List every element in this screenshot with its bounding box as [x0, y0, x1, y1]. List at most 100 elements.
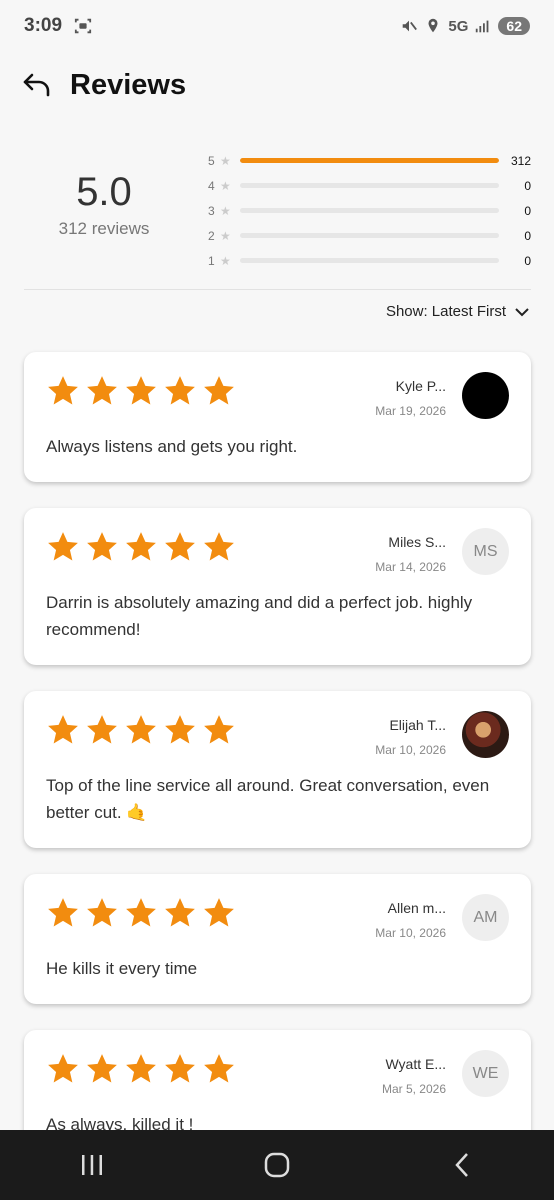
review-text: He kills it every time — [46, 959, 198, 978]
star-rating — [46, 713, 236, 747]
star-rating — [46, 530, 236, 564]
star-icon — [48, 1054, 78, 1083]
header: Reviews — [0, 60, 554, 110]
star-icon — [87, 715, 117, 744]
review-card: Miles S... Mar 14, 2026 MS Darrin is abs… — [24, 508, 531, 665]
back-arrow-icon — [23, 73, 50, 97]
average-rating-block: 5.0 312 reviews — [24, 170, 184, 239]
distribution-count: 312 — [510, 153, 531, 168]
review-text: Top of the line service all around. Grea… — [46, 776, 490, 822]
review-text: Always listens and gets you right. — [46, 437, 298, 456]
star-icon — [126, 376, 156, 405]
distribution-bar — [240, 183, 499, 188]
signal-icon — [476, 20, 489, 33]
avatar[interactable] — [462, 711, 509, 758]
distribution-bar — [240, 233, 499, 238]
distribution-count: 0 — [524, 253, 531, 268]
distribution-stars: 5 — [208, 153, 215, 168]
small-star-icon: ★ — [220, 203, 231, 218]
review-date: Mar 5, 2026 — [381, 1081, 446, 1096]
review-date: Mar 10, 2026 — [375, 742, 446, 757]
recent-apps-button[interactable] — [62, 1140, 122, 1190]
distribution-count: 0 — [524, 203, 531, 218]
avatar[interactable]: MS — [462, 528, 509, 575]
home-button[interactable] — [247, 1140, 307, 1190]
distribution-bar — [240, 258, 499, 263]
star-icon — [165, 532, 195, 561]
distribution-row: 3 ★ 0 — [208, 198, 531, 223]
star-icon — [48, 715, 78, 744]
distribution-bar — [240, 208, 499, 213]
back-nav-button[interactable] — [432, 1140, 492, 1190]
chevron-left-icon — [454, 1153, 468, 1177]
distribution-row: 5 ★ 312 — [208, 148, 531, 173]
star-icon — [126, 1054, 156, 1083]
star-icon — [48, 532, 78, 561]
star-icon — [165, 376, 195, 405]
small-star-icon: ★ — [220, 253, 231, 268]
location-icon — [428, 18, 438, 33]
review-card: Elijah T... Mar 10, 2026 Top of the line… — [24, 691, 531, 848]
network-type: 5G — [448, 17, 469, 35]
distribution-stars: 2 — [208, 228, 215, 243]
star-icon — [204, 532, 234, 561]
small-star-icon: ★ — [220, 153, 231, 168]
star-icon — [165, 898, 195, 927]
distribution-row: 2 ★ 0 — [208, 223, 531, 248]
distribution-stars: 1 — [208, 253, 215, 268]
reviewer-name: Wyatt E... — [385, 1055, 446, 1072]
chevron-down-icon — [515, 307, 529, 316]
distribution-count: 0 — [524, 178, 531, 193]
star-icon — [126, 898, 156, 927]
reviewer-name: Allen m... — [387, 899, 446, 916]
avatar[interactable]: WE — [462, 1050, 509, 1097]
status-bar: 3:09 5G 62 — [0, 0, 554, 52]
review-card: Allen m... Mar 10, 2026 AM He kills it e… — [24, 874, 531, 1004]
star-icon — [126, 532, 156, 561]
star-icon — [204, 1054, 234, 1083]
star-icon — [87, 376, 117, 405]
reviewer-name: Miles S... — [388, 533, 446, 550]
distribution-row: 4 ★ 0 — [208, 173, 531, 198]
distribution-bar — [240, 158, 499, 163]
review-count: 312 reviews — [58, 219, 150, 238]
review-date: Mar 10, 2026 — [375, 925, 446, 940]
star-rating — [46, 896, 236, 930]
reviewer-name: Elijah T... — [389, 716, 446, 733]
battery-indicator: 62 — [498, 17, 530, 35]
sort-dropdown[interactable]: Show: Latest First — [386, 303, 530, 320]
distribution-row: 1 ★ 0 — [208, 248, 531, 273]
back-button[interactable] — [20, 68, 54, 102]
avatar[interactable] — [462, 372, 509, 419]
status-time: 3:09 — [24, 15, 63, 36]
distribution-count: 0 — [524, 228, 531, 243]
star-icon — [87, 1054, 117, 1083]
review-text: Darrin is absolutely amazing and did a p… — [46, 593, 473, 639]
divider — [24, 289, 531, 290]
page-title: Reviews — [70, 68, 187, 101]
distribution-stars: 4 — [208, 178, 215, 193]
star-icon — [204, 898, 234, 927]
star-icon — [204, 715, 234, 744]
rating-distribution: 5 ★ 312 4 ★ 0 3 ★ 0 2 ★ 0 1 ★ 0 — [208, 148, 531, 273]
star-icon — [87, 898, 117, 927]
reviewer-name: Kyle P... — [395, 377, 446, 394]
star-icon — [165, 1054, 195, 1083]
sort-label: Show: Latest First — [385, 303, 506, 320]
review-date: Mar 14, 2026 — [375, 559, 446, 574]
recent-apps-icon — [82, 1155, 103, 1175]
review-date: Mar 19, 2026 — [375, 403, 446, 418]
star-icon — [87, 532, 117, 561]
rating-summary: 5.0 312 reviews 5 ★ 312 4 ★ 0 3 ★ 0 2 ★ … — [24, 140, 531, 288]
distribution-bar-fill — [240, 158, 499, 163]
review-list: Kyle P... Mar 19, 2026 Always listens an… — [24, 352, 531, 1186]
small-star-icon: ★ — [220, 228, 231, 243]
star-icon — [204, 376, 234, 405]
review-card: Kyle P... Mar 19, 2026 Always listens an… — [24, 352, 531, 482]
avatar[interactable]: AM — [462, 894, 509, 941]
mute-icon — [403, 20, 418, 32]
distribution-stars: 3 — [208, 203, 215, 218]
screenshot-icon — [74, 18, 92, 34]
star-icon — [48, 898, 78, 927]
star-icon — [126, 715, 156, 744]
